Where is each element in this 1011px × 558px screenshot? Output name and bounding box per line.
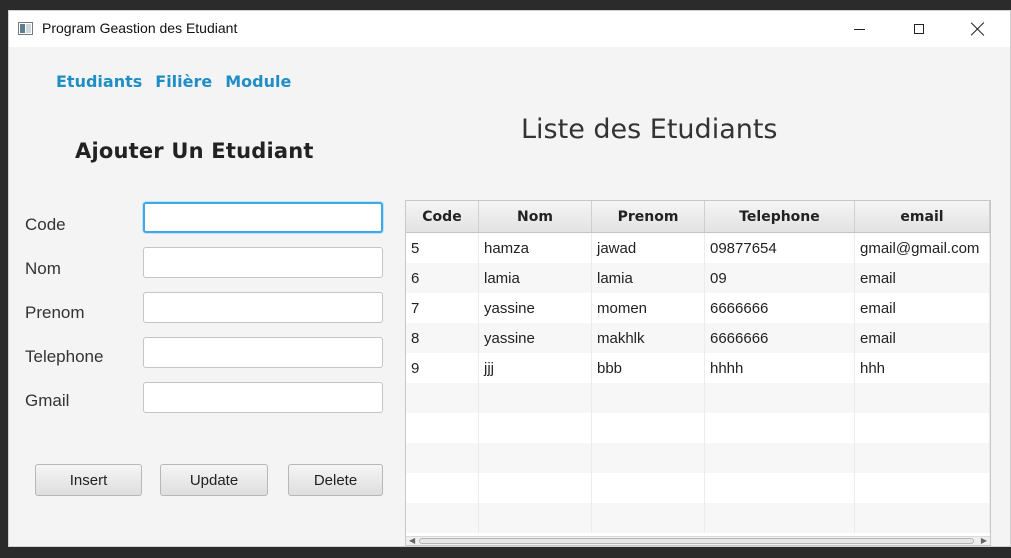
column-header-prenom[interactable]: Prenom xyxy=(592,201,705,232)
telephone-input[interactable] xyxy=(143,337,383,368)
update-button[interactable]: Update xyxy=(160,464,268,496)
nom-label: Nom xyxy=(25,259,61,278)
empty-table-row xyxy=(406,473,990,503)
empty-table-row xyxy=(406,383,990,413)
gmail-label: Gmail xyxy=(25,391,70,410)
prenom-label: Prenom xyxy=(25,303,85,322)
telephone-label: Telephone xyxy=(25,347,104,366)
table-cell: lamia xyxy=(479,263,592,293)
table-cell: hhh xyxy=(855,353,990,383)
table-cell: email xyxy=(855,293,990,323)
app-window: Program Geastion des Etudiant Etudiants … xyxy=(8,10,1011,547)
form-title: Ajouter Un Etudiant xyxy=(75,139,314,163)
table-cell: bbb xyxy=(592,353,705,383)
title-bar: Program Geastion des Etudiant xyxy=(9,11,1010,47)
scroll-right-icon[interactable]: ▶ xyxy=(981,537,987,545)
table-cell: makhlk xyxy=(592,323,705,353)
empty-table-row xyxy=(406,443,990,473)
table-cell: 09877654 xyxy=(705,233,855,263)
table-cell: 6 xyxy=(406,263,479,293)
table-cell: jjj xyxy=(479,353,592,383)
menu-item-filiere[interactable]: Filière xyxy=(155,72,212,91)
column-header-telephone[interactable]: Telephone xyxy=(705,201,855,232)
table-cell: email xyxy=(855,323,990,353)
table-cell: lamia xyxy=(592,263,705,293)
table-cell: 5 xyxy=(406,233,479,263)
table-cell: 6666666 xyxy=(705,293,855,323)
table-cell: yassine xyxy=(479,323,592,353)
table-cell: 8 xyxy=(406,323,479,353)
nom-input[interactable] xyxy=(143,247,383,278)
window-title: Program Geastion des Etudiant xyxy=(42,20,238,36)
minimize-button[interactable] xyxy=(836,11,882,47)
table-cell: momen xyxy=(592,293,705,323)
table-row[interactable]: 6 lamia lamia 09 email xyxy=(406,263,990,293)
table-cell: jawad xyxy=(592,233,705,263)
table-row[interactable]: 5 hamza jawad 09877654 gmail@gmail.com xyxy=(406,233,990,263)
table-cell: 09 xyxy=(705,263,855,293)
menu-item-etudiants[interactable]: Etudiants xyxy=(56,72,142,91)
table-cell: email xyxy=(855,263,990,293)
students-table: Code Nom Prenom Telephone email 5 hamza … xyxy=(405,200,991,546)
table-cell: gmail@gmail.com xyxy=(855,233,990,263)
app-window-icon xyxy=(18,22,33,35)
prenom-input[interactable] xyxy=(143,292,383,323)
delete-button[interactable]: Delete xyxy=(288,464,383,496)
horizontal-scrollbar[interactable]: ◀ ▶ xyxy=(406,536,990,545)
code-label: Code xyxy=(25,215,66,234)
scrollbar-thumb[interactable] xyxy=(419,538,974,544)
scroll-left-icon[interactable]: ◀ xyxy=(409,537,415,545)
menu-item-module[interactable]: Module xyxy=(225,72,291,91)
maximize-button[interactable] xyxy=(896,11,942,47)
table-cell: hhhh xyxy=(705,353,855,383)
empty-table-row xyxy=(406,503,990,533)
column-header-email[interactable]: email xyxy=(855,201,990,232)
table-cell: 9 xyxy=(406,353,479,383)
column-header-nom[interactable]: Nom xyxy=(479,201,592,232)
table-cell: 6666666 xyxy=(705,323,855,353)
minimize-icon xyxy=(853,28,865,30)
table-cell: hamza xyxy=(479,233,592,263)
table-row[interactable]: 9 jjj bbb hhhh hhh xyxy=(406,353,990,383)
table-cell: yassine xyxy=(479,293,592,323)
close-button[interactable] xyxy=(955,11,1001,47)
insert-button[interactable]: Insert xyxy=(35,464,142,496)
top-menu: Etudiants Filière Module xyxy=(56,72,291,91)
column-header-code[interactable]: Code xyxy=(406,201,479,232)
table-header: Code Nom Prenom Telephone email xyxy=(406,201,990,233)
maximize-icon xyxy=(914,24,924,34)
gmail-input[interactable] xyxy=(143,382,383,413)
table-row[interactable]: 8 yassine makhlk 6666666 email xyxy=(406,323,990,353)
table-cell: 7 xyxy=(406,293,479,323)
empty-table-row xyxy=(406,413,990,443)
close-icon xyxy=(971,22,985,36)
table-row[interactable]: 7 yassine momen 6666666 email xyxy=(406,293,990,323)
code-input[interactable] xyxy=(143,202,383,233)
list-title: Liste des Etudiants xyxy=(521,114,778,145)
